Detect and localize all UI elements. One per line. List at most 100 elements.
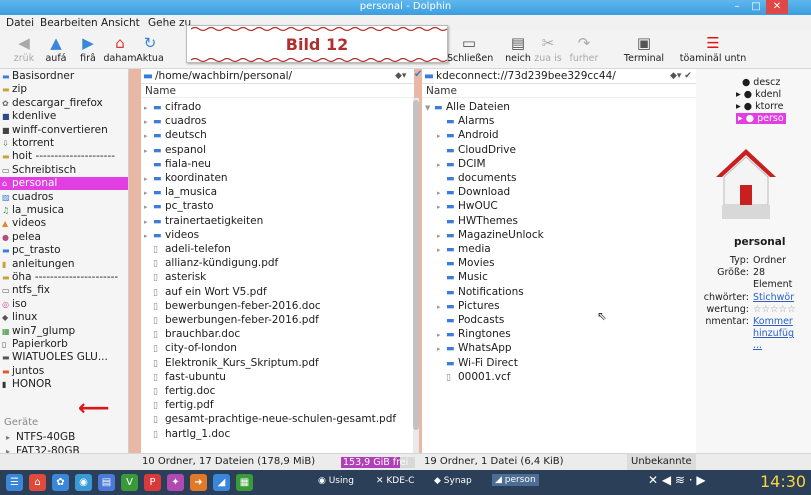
taskbar-window-button[interactable]: ◢ person — [492, 474, 539, 486]
expand-arrow-icon[interactable]: ▸ — [144, 230, 153, 243]
places-item[interactable]: ▭ ntfs_fix — [0, 284, 128, 297]
taskbar-window-button[interactable]: ◉ Using — [318, 476, 354, 486]
settings-icon[interactable]: ✿ — [52, 474, 69, 491]
folder-row[interactable]: ▬ CloudDrive — [437, 144, 516, 157]
folder-row[interactable]: ▬ fiala-neu — [144, 158, 211, 171]
info-tree-item[interactable]: ▸ ● perso — [736, 113, 786, 124]
file-row[interactable]: ▯ Elektronik_Kurs_Skriptum.pdf — [144, 357, 319, 370]
places-item[interactable]: ▬ WIATUÖLES GLU... — [0, 351, 128, 364]
taskbar-window-button[interactable]: ✕ KDE-C — [376, 476, 414, 486]
home-icon[interactable]: ⌂ — [29, 474, 46, 491]
menu-bearbeiten[interactable]: Bearbeiten — [40, 17, 98, 29]
toolbar-close-view-button[interactable]: ▭ Schließen — [447, 33, 493, 64]
folder-row[interactable]: ▸ ▬ deutsch — [144, 129, 207, 142]
right-location-bar[interactable]: ▬ kdeconnect://73d239bee329cc44/ ◆▾ ✔ — [422, 69, 696, 84]
folder-row[interactable]: ▬ documents — [437, 172, 516, 185]
chrome-icon[interactable]: ◉ — [75, 474, 92, 491]
system-tray-icons[interactable]: ✕ ◀ ≋ · ▶ — [648, 473, 706, 487]
close-button[interactable]: ✕ — [766, 0, 788, 14]
maximize-button[interactable]: □ — [747, 0, 765, 14]
expand-arrow-icon[interactable]: ▸ — [144, 145, 153, 158]
toolbar-terminal-button[interactable]: ▣ Terminal — [622, 33, 666, 64]
places-item[interactable]: ▬ öha ---------------------- — [0, 271, 128, 284]
toolbar-reload-button[interactable]: ↻ Aktua — [128, 33, 172, 64]
folder-row[interactable]: ▸ ▬ trainertaetigkeiten — [144, 215, 263, 228]
arrow-icon[interactable]: ➜ — [190, 474, 207, 491]
file-row[interactable]: ▯ bewerbungen-feber-2016.doc — [144, 300, 321, 313]
expand-arrow-icon[interactable]: ▸ — [144, 201, 153, 214]
file-row[interactable]: ▯ hartlg_1.doc — [144, 428, 230, 441]
left-scroll-thumb[interactable] — [413, 100, 419, 430]
expand-arrow-icon[interactable]: ▸ — [144, 216, 153, 229]
folder-row[interactable]: ▬ Wi-Fi Direct — [437, 357, 518, 370]
menu-gehe-zu[interactable]: Gehe zu — [148, 17, 191, 29]
info-field-value[interactable]: hinzufüg — [753, 328, 794, 339]
expand-arrow-icon[interactable]: ▸ — [144, 187, 153, 200]
folder-row[interactable]: ▸ ▬ media — [437, 243, 491, 256]
folder-row[interactable]: ▸ ▬ Download — [437, 186, 510, 199]
file-row[interactable]: ▯ allianz-kündigung.pdf — [144, 257, 278, 270]
info-tree-item[interactable]: ▸ ● ktorre — [736, 101, 783, 112]
folder-row[interactable]: ▸ ▬ koordinaten — [144, 172, 228, 185]
places-item[interactable]: ▬ pc_trasto — [0, 244, 128, 257]
expand-arrow-icon[interactable]: ▸ — [437, 187, 446, 200]
places-item[interactable]: ✿ descargar_firefox — [0, 97, 128, 110]
folder-row[interactable]: ▸ ▬ Pictures — [437, 300, 500, 313]
expand-arrow-icon[interactable]: ▸ — [437, 230, 446, 243]
expand-arrow-icon[interactable]: ▸ — [437, 301, 446, 314]
places-item[interactable]: ▯ Papierkorb — [0, 338, 128, 351]
places-item[interactable]: ▮ HONOR — [0, 378, 128, 391]
places-item[interactable]: ◆ linux — [0, 311, 128, 324]
file-row[interactable]: ▯ asterisk — [144, 271, 206, 284]
folder-row[interactable]: ▸ ▬ DCIM — [437, 158, 486, 171]
file-row[interactable]: ▯ adeli-telefon — [144, 243, 231, 256]
places-item[interactable]: ▬ juntos — [0, 365, 128, 378]
places-item[interactable]: ■ winff-convertieren — [0, 124, 128, 137]
info-field-value[interactable]: ... — [753, 340, 762, 351]
right-file-pane[interactable]: ▬ kdeconnect://73d239bee329cc44/ ◆▾ ✔ Na… — [422, 69, 696, 453]
expand-arrow-icon[interactable]: ▸ — [144, 102, 153, 115]
places-item[interactable]: ■ kdenlive — [0, 110, 128, 123]
places-item[interactable]: ⌂ personal — [0, 177, 128, 191]
file-row[interactable]: ▯ fast-ubuntu — [144, 371, 226, 384]
file-row[interactable]: ▯ bewerbungen-feber-2016.pdf — [144, 314, 319, 327]
folder-row[interactable]: ▸ ▬ WhatsApp — [437, 342, 512, 355]
places-item[interactable]: ⇩ ktorrent — [0, 137, 128, 150]
folder-row[interactable]: ▬ HWThemes — [437, 215, 518, 228]
file-row[interactable]: ▯ 00001.vcf — [437, 371, 510, 384]
path-dropdown-icon[interactable]: ◆▾ — [395, 69, 406, 84]
toolbar-menu-button[interactable]: ☰ töaminäl untn — [674, 33, 752, 64]
folder-row[interactable]: ▸ ▬ HwOUC — [437, 200, 498, 213]
taskbar-window-button[interactable]: ◆ Synap — [434, 476, 472, 486]
places-item[interactable]: ● pelea — [0, 231, 128, 244]
expand-arrow-icon[interactable]: ▸ — [437, 201, 446, 214]
path-dropdown-icon[interactable]: ◆▾ ✔ — [670, 69, 692, 84]
expand-arrow-icon[interactable]: ▸ — [437, 329, 446, 342]
pdf-icon[interactable]: P — [144, 474, 161, 491]
places-item[interactable]: ◎ iso — [0, 298, 128, 311]
vim-icon[interactable]: V — [121, 474, 138, 491]
folder-row[interactable]: ▼ ▬ Alle Dateien — [425, 101, 510, 114]
expand-arrow-icon[interactable]: ▸ — [437, 159, 446, 172]
device-item[interactable]: ▸ NTFS-40GB — [0, 431, 128, 444]
places-item[interactable]: ▨ cuadros — [0, 191, 128, 204]
expand-arrow-icon[interactable]: ▸ — [437, 244, 446, 257]
menu-ansicht[interactable]: Ansicht — [101, 17, 140, 29]
info-field-value[interactable]: Kommer — [753, 316, 793, 327]
file-row[interactable]: ▯ brauchbar.doc — [144, 328, 240, 341]
file-row[interactable]: ▯ city-of-london — [144, 342, 237, 355]
right-column-header[interactable]: Name — [422, 85, 696, 98]
left-scrollbar[interactable] — [413, 98, 419, 453]
file-row[interactable]: ▯ fertig.pdf — [144, 399, 214, 412]
expand-arrow-icon[interactable]: ▼ — [425, 102, 434, 115]
folder-row[interactable]: ▸ ▬ pc_trasto — [144, 200, 214, 213]
folder-row[interactable]: ▸ ▬ cuadros — [144, 115, 207, 128]
folder-row[interactable]: ▬ Podcasts — [437, 314, 504, 327]
places-item[interactable]: ▦ win7_glump — [0, 325, 128, 338]
folder-row[interactable]: ▸ ▬ Ringtones — [437, 328, 511, 341]
file-row[interactable]: ▯ auf ein Wort V5.pdf — [144, 286, 267, 299]
places-item[interactable]: ▬ Basisordner — [0, 70, 128, 83]
folder-row[interactable]: ▸ ▬ la_musica — [144, 186, 217, 199]
left-location-bar[interactable]: ▬ /home/wachbirn/personal/ ◆▾ — [141, 69, 414, 84]
info-tree-item[interactable]: ● descz — [742, 77, 780, 88]
